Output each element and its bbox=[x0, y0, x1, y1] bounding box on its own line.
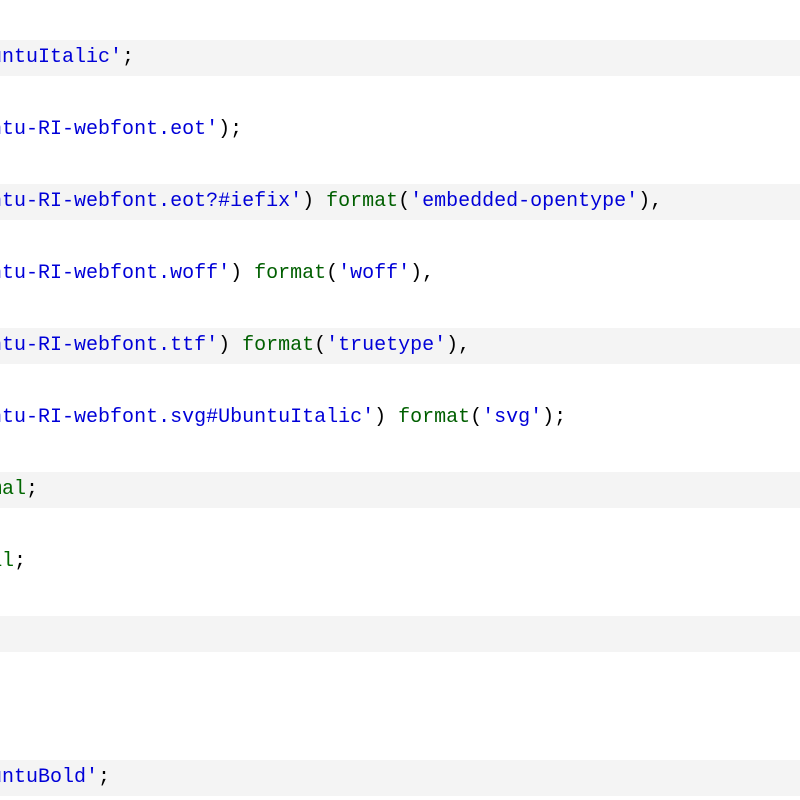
code-text: ) bbox=[218, 334, 242, 357]
code-func: format bbox=[326, 190, 398, 213]
code-string: 'UbuntuItalic' bbox=[0, 46, 122, 69]
code-string: 'Ubuntu-RI-webfont.ttf' bbox=[0, 334, 218, 357]
code-text: ; bbox=[98, 766, 110, 789]
code-string: 'Ubuntu-RI-webfont.eot?#iefix' bbox=[0, 190, 302, 213]
code-line bbox=[0, 688, 800, 724]
code-text: ( bbox=[398, 190, 410, 213]
code-text: ), bbox=[638, 190, 662, 213]
code-block: y: 'UbuntuItalic'; l('Ubuntu-RI-webfont.… bbox=[0, 0, 800, 800]
code-text: ; bbox=[26, 478, 38, 501]
code-line: l('Ubuntu-RI-webfont.eot?#iefix') format… bbox=[0, 184, 800, 220]
code-func: format bbox=[242, 334, 314, 357]
code-string: 'Ubuntu-RI-webfont.woff' bbox=[0, 262, 230, 285]
code-string: 'truetype' bbox=[326, 334, 446, 357]
code-line: t: normal; bbox=[0, 472, 800, 508]
code-text: ; bbox=[122, 46, 134, 69]
code-line: y: 'UbuntuBold'; bbox=[0, 760, 800, 796]
code-func: format bbox=[398, 406, 470, 429]
code-text: ), bbox=[446, 334, 470, 357]
code-text: ); bbox=[542, 406, 566, 429]
code-text: ( bbox=[314, 334, 326, 357]
code-string: 'Ubuntu-RI-webfont.eot' bbox=[0, 118, 218, 141]
code-line: l('Ubuntu-RI-webfont.woff') format('woff… bbox=[0, 256, 800, 292]
code-line: l('Ubuntu-RI-webfont.ttf') format('truet… bbox=[0, 328, 800, 364]
code-text: ) bbox=[230, 262, 254, 285]
code-line: : normal; bbox=[0, 544, 800, 580]
code-text: ); bbox=[218, 118, 242, 141]
code-value: normal bbox=[0, 550, 14, 573]
code-string: 'woff' bbox=[338, 262, 410, 285]
code-text: ; bbox=[14, 550, 26, 573]
code-value: normal bbox=[0, 478, 26, 501]
code-line: y: 'UbuntuItalic'; bbox=[0, 40, 800, 76]
code-string: 'UbuntuBold' bbox=[0, 766, 98, 789]
code-line bbox=[0, 616, 800, 652]
code-string: 'svg' bbox=[482, 406, 542, 429]
code-text: ), bbox=[410, 262, 434, 285]
code-text: ( bbox=[470, 406, 482, 429]
code-text: ) bbox=[302, 190, 326, 213]
code-line: l('Ubuntu-RI-webfont.eot'); bbox=[0, 112, 800, 148]
code-string: 'Ubuntu-RI-webfont.svg#UbuntuItalic' bbox=[0, 406, 374, 429]
code-func: format bbox=[254, 262, 326, 285]
code-string: 'embedded-opentype' bbox=[410, 190, 638, 213]
code-text: ( bbox=[326, 262, 338, 285]
code-text: ) bbox=[374, 406, 398, 429]
code-line: l('Ubuntu-RI-webfont.svg#UbuntuItalic') … bbox=[0, 400, 800, 436]
